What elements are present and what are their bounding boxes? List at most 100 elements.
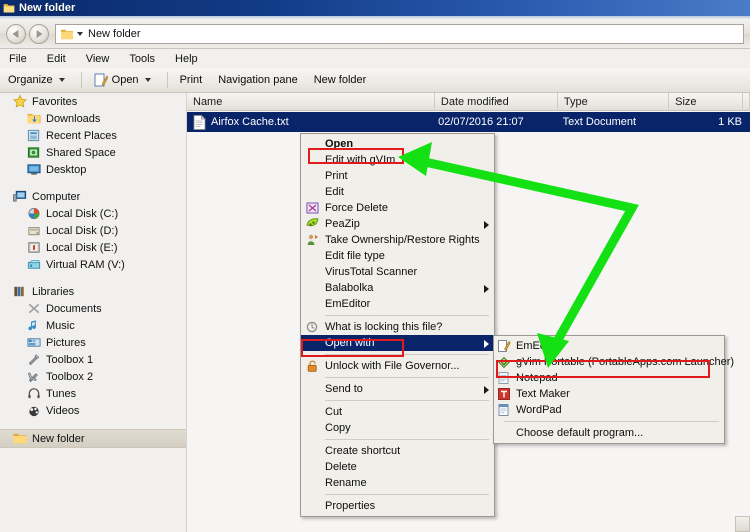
- context-menu: Open Edit with gVIm Print Edit Force Del…: [300, 133, 495, 517]
- context-menu-item-rename[interactable]: Rename: [301, 475, 494, 491]
- sidebar-item-tunes[interactable]: Tunes: [0, 385, 186, 402]
- back-button[interactable]: [6, 24, 26, 44]
- table-row[interactable]: Airfox Cache.txt 02/07/2016 21:07 Text D…: [187, 112, 750, 132]
- submenu-item-text-maker[interactable]: Text Maker: [494, 386, 724, 402]
- new-folder-button[interactable]: New folder: [314, 74, 367, 86]
- menu-item-tools[interactable]: Tools: [127, 52, 157, 66]
- menu-item-edit[interactable]: Edit: [45, 52, 68, 66]
- open-file-icon: [94, 73, 108, 87]
- context-menu-item-delete[interactable]: Delete: [301, 459, 494, 475]
- open-button[interactable]: Open: [94, 73, 151, 87]
- sidebar-item-desktop[interactable]: Desktop: [0, 161, 186, 178]
- sidebar-item-recent-places[interactable]: Recent Places: [0, 127, 186, 144]
- column-header-label: Date modified: [440, 96, 509, 108]
- breadcrumb-bar[interactable]: New folder: [55, 24, 744, 44]
- sidebar-group-libraries[interactable]: Libraries: [0, 283, 186, 300]
- context-menu-item-properties[interactable]: Properties: [301, 498, 494, 514]
- sidebar-item-local-disk-d[interactable]: Local Disk (D:): [0, 222, 186, 239]
- system-drive-icon: [26, 206, 42, 221]
- open-with-submenu: EmEditor gVim Portable (PortableApps.com…: [493, 335, 734, 444]
- sidebar-item-new-folder[interactable]: New folder: [0, 429, 186, 448]
- cell-type: Text Document: [562, 116, 637, 128]
- context-menu-item-label: Send to: [325, 383, 363, 395]
- context-menu-item-edit-file-type[interactable]: Edit file type: [301, 248, 494, 264]
- sidebar-item-label: Local Disk (E:): [46, 241, 118, 254]
- context-menu-item-label: Take Ownership/Restore Rights: [325, 234, 480, 246]
- chevron-down-icon[interactable]: [77, 32, 83, 36]
- submenu-separator: [504, 421, 719, 422]
- column-header-label: Type: [563, 96, 588, 108]
- forward-arrow-icon: [36, 30, 43, 38]
- context-menu-item-create-shortcut[interactable]: Create shortcut: [301, 443, 494, 459]
- sidebar-item-videos[interactable]: Videos: [0, 402, 186, 419]
- submenu-item-notepad[interactable]: Notepad: [494, 370, 724, 386]
- organize-button[interactable]: Organize: [8, 74, 65, 86]
- sidebar-item-local-disk-e[interactable]: Local Disk (E:): [0, 239, 186, 256]
- context-menu-item-virustotal-scanner[interactable]: VirusTotal Scanner: [301, 264, 494, 280]
- sidebar-item-local-disk-c[interactable]: Local Disk (C:): [0, 205, 186, 222]
- context-menu-item-peazip[interactable]: PeaZip: [301, 216, 494, 232]
- recent-places-icon: [26, 128, 42, 143]
- submenu-item-label: gVim Portable (PortableApps.com Launcher…: [516, 356, 735, 368]
- cell-name: Airfox Cache.txt: [187, 114, 438, 130]
- submenu-item-emeditor[interactable]: EmEditor: [494, 338, 724, 354]
- submenu-item-gvim-portable[interactable]: gVim Portable (PortableApps.com Launcher…: [494, 354, 734, 370]
- context-menu-item-unlock-with-file-governor[interactable]: Unlock with File Governor...: [301, 358, 494, 374]
- context-menu-item-take-ownership[interactable]: Take Ownership/Restore Rights: [301, 232, 494, 248]
- context-menu-item-send-to[interactable]: Send to: [301, 381, 494, 397]
- context-menu-item-cut[interactable]: Cut: [301, 404, 494, 420]
- context-menu-separator: [325, 377, 489, 378]
- sidebar-group-computer[interactable]: Computer: [0, 188, 186, 205]
- submenu-arrow-icon: [484, 221, 489, 229]
- context-menu-item-copy[interactable]: Copy: [301, 420, 494, 436]
- context-menu-item-open[interactable]: Open: [301, 136, 494, 152]
- sidebar-item-label: Downloads: [46, 112, 101, 125]
- context-menu-item-label: Open with: [325, 337, 375, 349]
- sidebar-item-shared-space[interactable]: Shared Space: [0, 144, 186, 161]
- sidebar-group-favorites[interactable]: Favorites: [0, 93, 186, 110]
- context-menu-separator: [325, 400, 489, 401]
- context-menu-item-force-delete[interactable]: Force Delete: [301, 200, 494, 216]
- sidebar-item-pictures[interactable]: Pictures: [0, 334, 186, 351]
- navigation-pane-button[interactable]: Navigation pane: [218, 74, 298, 86]
- column-header-filler: [743, 93, 750, 111]
- breadcrumb-path[interactable]: New folder: [88, 28, 141, 40]
- submenu-item-choose-default-program[interactable]: Choose default program...: [494, 425, 724, 441]
- menu-item-view[interactable]: View: [84, 52, 112, 66]
- organize-label: Organize: [8, 74, 53, 86]
- sidebar-item-music[interactable]: Music: [0, 317, 186, 334]
- print-button[interactable]: Print: [180, 74, 203, 86]
- sidebar-item-toolbox-1[interactable]: Toolbox 1: [0, 351, 186, 368]
- context-menu-item-edit-with-gvim[interactable]: Edit with gVIm: [301, 152, 494, 168]
- menu-item-file[interactable]: File: [7, 52, 29, 66]
- menu-item-help[interactable]: Help: [173, 52, 200, 66]
- context-menu-item-edit[interactable]: Edit: [301, 184, 494, 200]
- column-header-size[interactable]: Size: [669, 93, 743, 111]
- context-menu-item-balabolka[interactable]: Balabolka: [301, 280, 494, 296]
- sidebar-item-virtual-ram-v[interactable]: Virtual RAM (V:): [0, 256, 186, 273]
- column-header-date-modified[interactable]: Date modified: [435, 93, 558, 111]
- toolbar-divider: [166, 72, 168, 88]
- sidebar-item-label: Libraries: [32, 285, 75, 298]
- context-menu-separator: [325, 315, 489, 316]
- scrollbar-corner[interactable]: [735, 516, 750, 532]
- window-title: New folder: [19, 2, 76, 14]
- title-bar: New folder: [0, 0, 750, 16]
- context-menu-item-print[interactable]: Print: [301, 168, 494, 184]
- wordpad-icon: [497, 403, 511, 417]
- sidebar-item-documents[interactable]: Documents: [0, 300, 186, 317]
- submenu-item-wordpad[interactable]: WordPad: [494, 402, 724, 418]
- folder-icon: [12, 431, 28, 446]
- forward-button[interactable]: [29, 24, 49, 44]
- column-header-type[interactable]: Type: [558, 93, 670, 111]
- sidebar-item-downloads[interactable]: Downloads: [0, 110, 186, 127]
- sidebar-item-toolbox-2[interactable]: Toolbox 2: [0, 368, 186, 385]
- downloads-folder-icon: [26, 111, 42, 126]
- context-menu-item-what-is-locking-this-file[interactable]: What is locking this file?: [301, 319, 494, 335]
- sidebar-item-label: Toolbox 1: [46, 353, 94, 366]
- column-header-name[interactable]: Name: [187, 93, 435, 111]
- context-menu-item-open-with[interactable]: Open with: [301, 335, 494, 351]
- sidebar-item-label: Videos: [46, 404, 80, 417]
- menu-bar: File Edit View Tools Help: [0, 50, 750, 68]
- context-menu-item-emeditor[interactable]: EmEditor: [301, 296, 494, 312]
